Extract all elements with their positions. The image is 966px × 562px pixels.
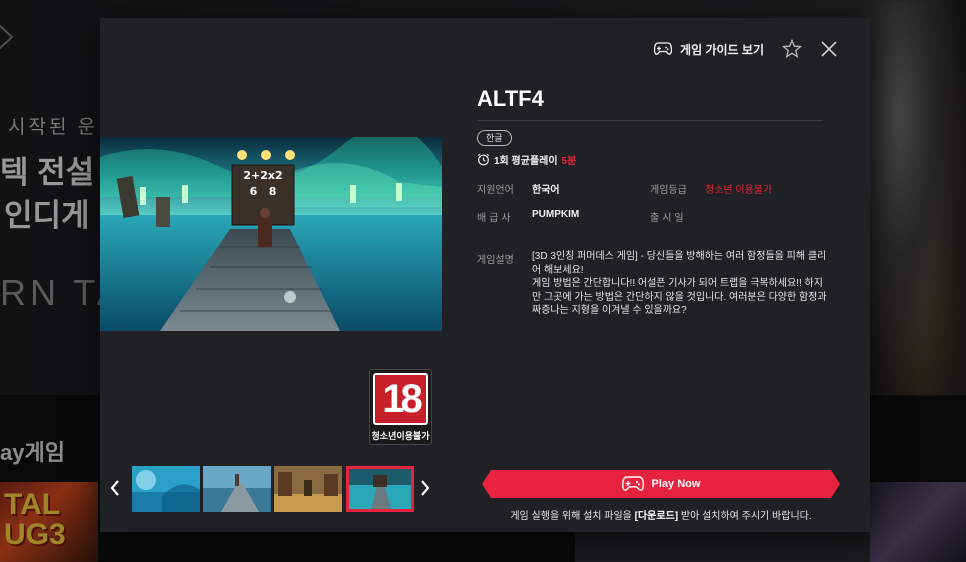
install-note: 게임 실행을 위해 설치 파일을 [다운로드] 받아 설치하여 주시기 바랍니다… (477, 507, 845, 522)
svg-text:6 8: 6 8 (250, 185, 277, 198)
age-rating-box: 18 (373, 373, 428, 425)
thumbnail-1[interactable] (132, 466, 200, 512)
supported-language-value: 한국어 (532, 185, 560, 196)
play-now-label: Play Now (651, 478, 701, 490)
close-icon[interactable] (820, 40, 838, 58)
chevron-left-icon[interactable] (108, 477, 122, 499)
game-screenshot: 2+2x2 6 8 (100, 137, 442, 331)
playtime-value: 5분 (561, 156, 577, 167)
game-description: [3D 3인칭 퍼머데스 게임] - 당신들을 방해하는 여러 함정들을 피해 … (532, 251, 827, 316)
thumbnail-1-art (132, 466, 200, 512)
star-icon[interactable] (782, 39, 802, 59)
game-screenshot-art: 2+2x2 6 8 (100, 137, 442, 331)
age-rating-number: 18 (382, 377, 422, 421)
game-guide-button[interactable]: 게임 가이드 보기 (654, 41, 764, 58)
install-note-post: 받아 설치하여 주시기 바랍니다. (678, 511, 812, 522)
thumbnail-4-selected[interactable] (346, 466, 414, 512)
gamepad-icon (622, 476, 644, 492)
chevron-right-icon[interactable] (418, 477, 432, 499)
install-note-download: [다운로드] (634, 511, 679, 522)
thumbnail-4-art (349, 469, 411, 509)
screenshot-thumbnails (108, 465, 430, 513)
playtime-label: 1회 평균플레이 (494, 156, 558, 167)
gamepad-icon (654, 42, 673, 55)
play-now-button[interactable]: Play Now (482, 470, 840, 498)
release-date-label: 출시일 (650, 213, 687, 224)
install-note-pre: 게임 실행을 위해 설치 파일을 (510, 511, 635, 522)
game-detail-modal: 게임 가이드 보기 2+2x2 6 8 18 청소년이용불가 ALTF4 한글 … (100, 18, 870, 532)
alarm-clock-icon (477, 153, 490, 166)
supported-language-label: 지원언어 (477, 185, 514, 196)
thumbnail-3-art (274, 466, 342, 512)
game-rating-value: 청소년 이용불가 (705, 185, 773, 196)
modal-topbar: 게임 가이드 보기 (654, 38, 870, 60)
language-badge: 한글 (477, 130, 512, 146)
title-divider (477, 120, 823, 121)
average-playtime: 1회 평균플레이 5분 (477, 152, 576, 167)
publisher-value: PUMPKIM (532, 209, 580, 220)
thumbnail-2-art (203, 466, 271, 512)
thumbnail-2[interactable] (203, 466, 271, 512)
description-label: 게임설명 (477, 255, 514, 266)
svg-text:2+2x2: 2+2x2 (243, 169, 282, 182)
age-rating-label: 청소년이용불가 (371, 431, 430, 441)
game-guide-label: 게임 가이드 보기 (680, 42, 764, 57)
game-title: ALTF4 (477, 86, 544, 111)
thumbnail-3[interactable] (274, 466, 342, 512)
game-rating-label: 게임등급 (650, 185, 687, 196)
age-rating-badge: 18 청소년이용불가 (369, 369, 432, 445)
publisher-label: 배급사 (477, 213, 514, 224)
